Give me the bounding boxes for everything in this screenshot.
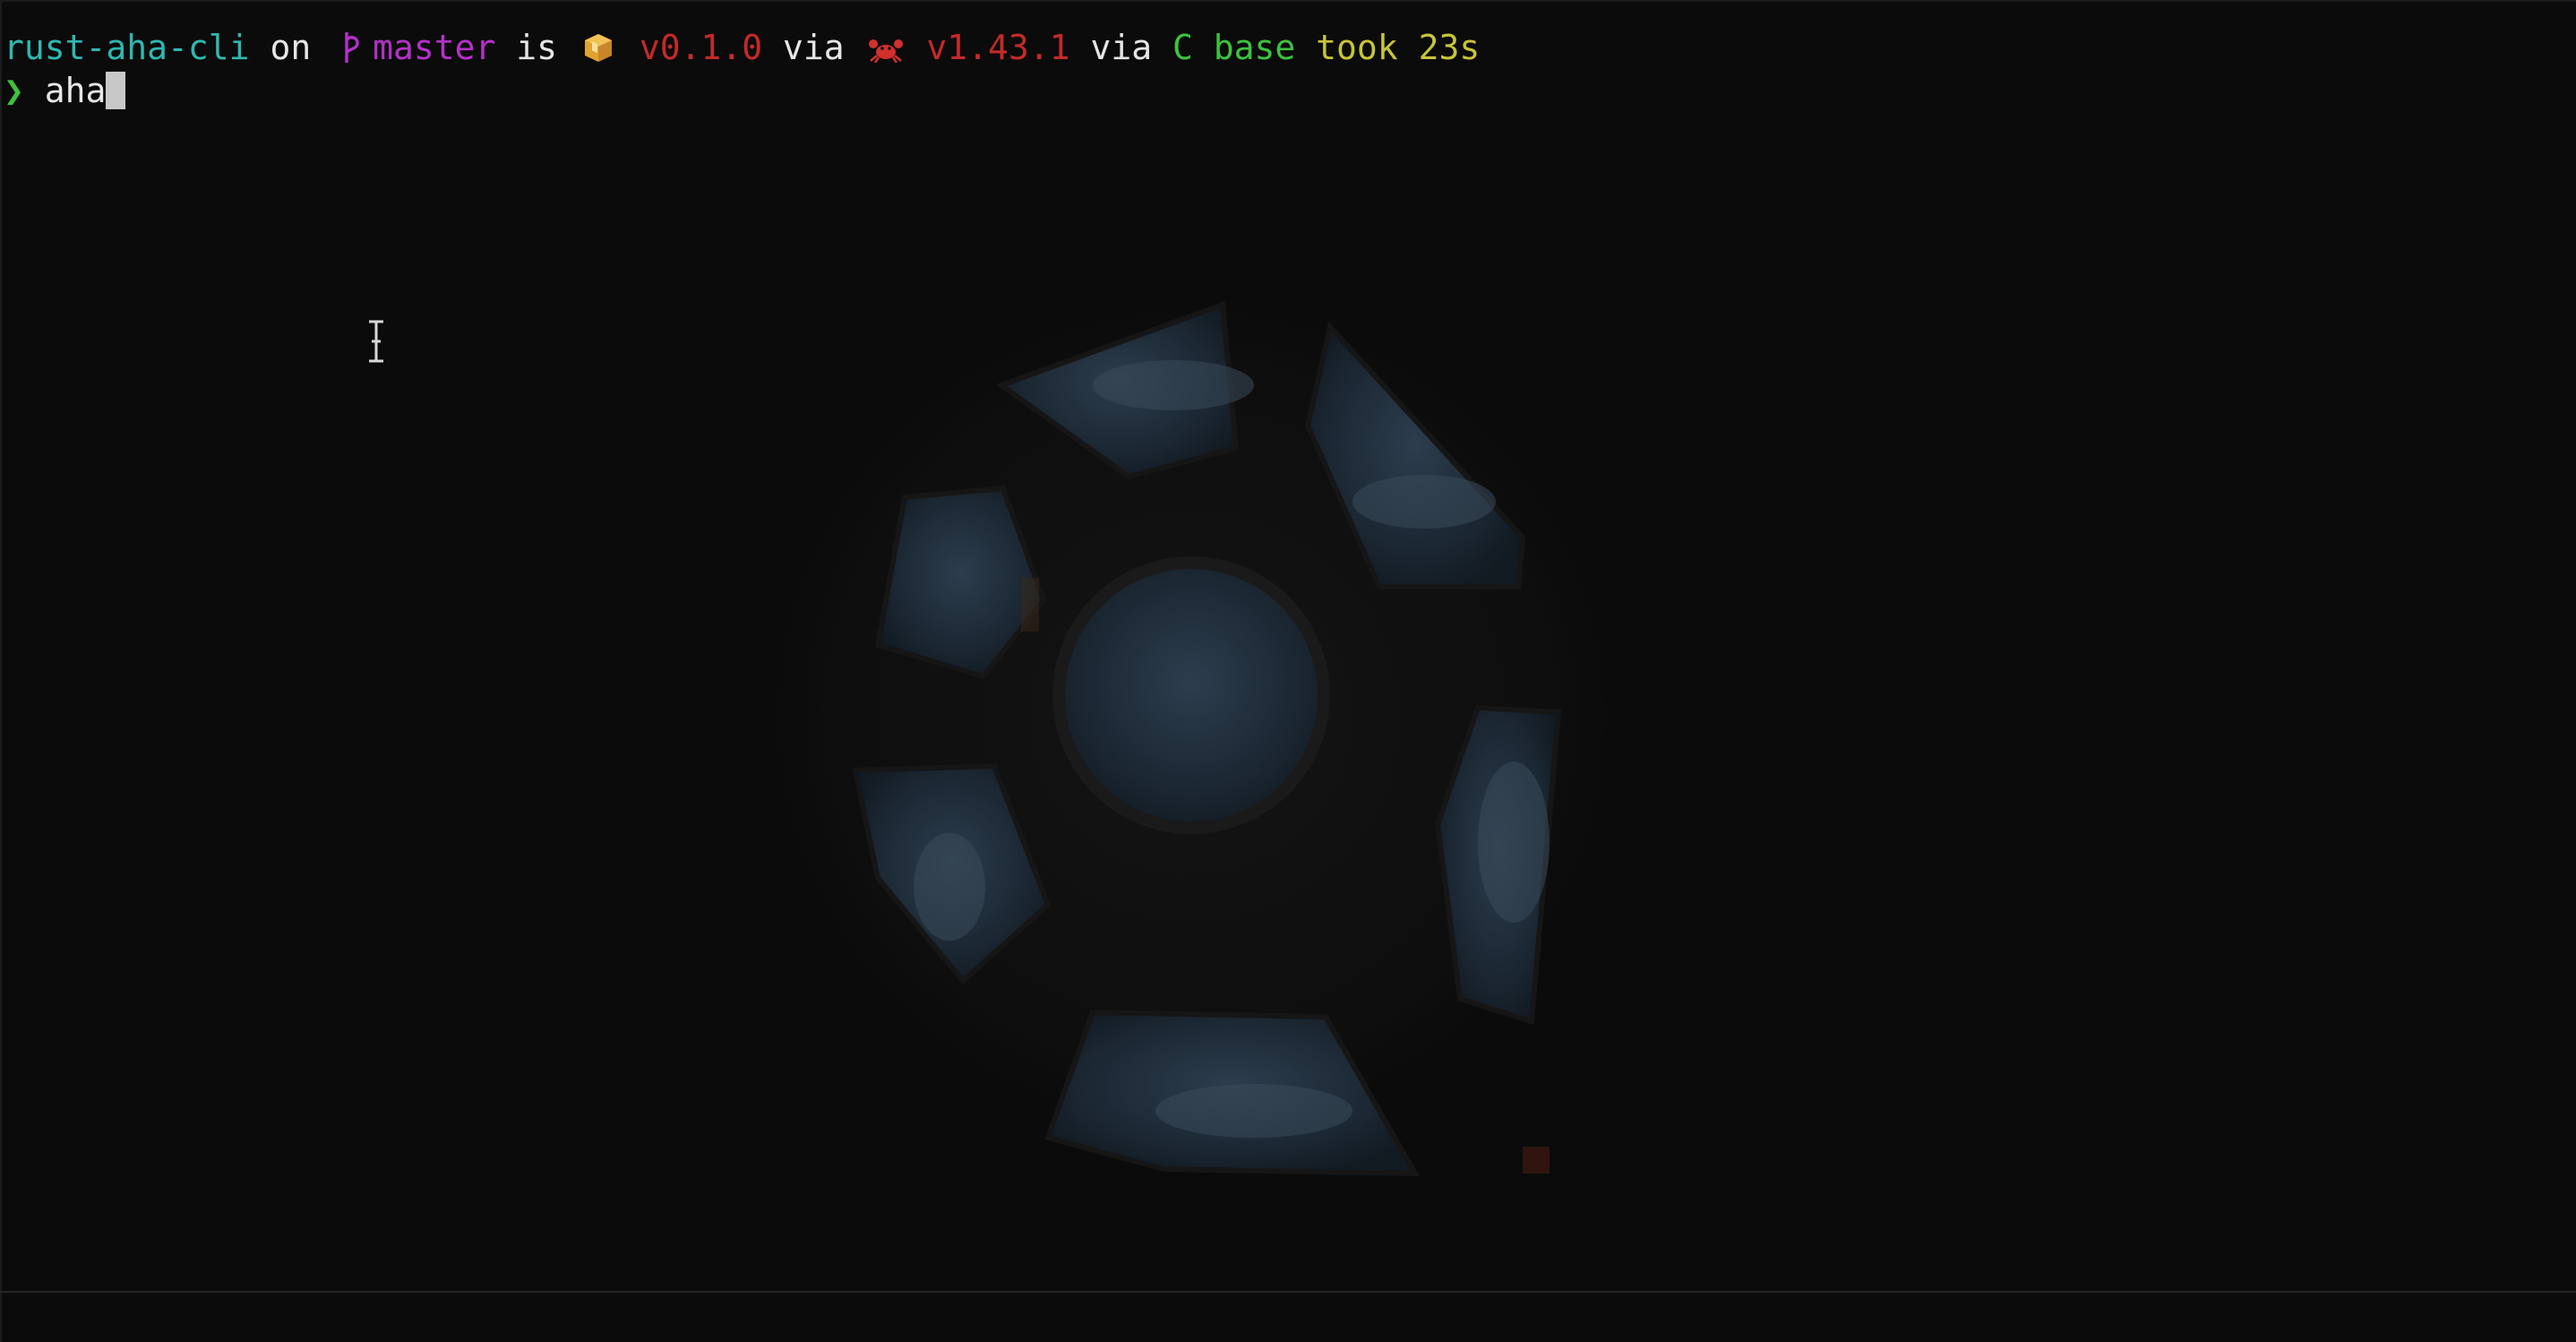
git-branch-icon [331,26,373,69]
pane-divider [0,1291,2576,1293]
prompt-chevron-icon: ❯ [4,71,24,110]
crab-icon [865,26,906,69]
prompt-is-text: is [516,28,558,67]
package-version: v0.1.0 [639,28,763,67]
cupola-background-image [770,300,1612,1177]
git-branch-name: master [373,28,496,67]
command-text[interactable]: aha [45,71,107,110]
prompt-via-text-1: via [782,28,845,67]
prompt-took-text: took [1316,28,1398,67]
prompt-via-text-2: via [1090,28,1153,67]
command-input-line[interactable]: ❯ aha [4,69,126,112]
conda-environment: C base [1172,28,1296,67]
prompt-line: rust-aha-cli on master is v0.1.0 via v1.… [4,26,1480,69]
command-duration: 23s [1418,28,1481,67]
terminal-window[interactable]: rust-aha-cli on master is v0.1.0 via v1.… [0,0,2576,1342]
directory-name: rust-aha-cli [4,28,250,67]
prompt-on-text: on [270,28,312,67]
ibeam-mouse-pointer-icon [369,320,383,363]
package-icon [578,26,619,69]
text-cursor [106,72,126,109]
rust-version: v1.43.1 [926,28,1070,67]
